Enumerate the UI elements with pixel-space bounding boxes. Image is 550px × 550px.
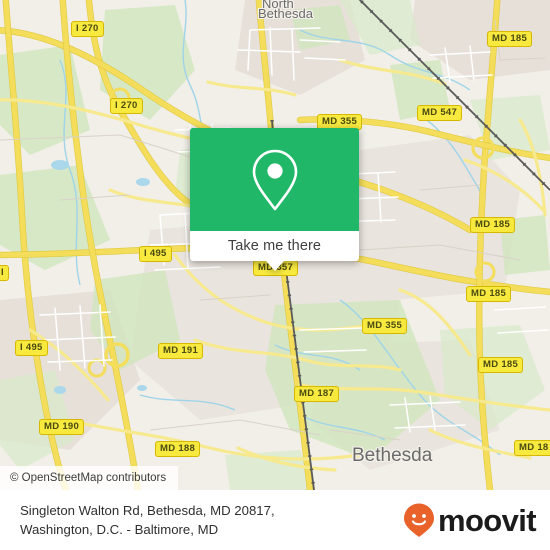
- map-canvas[interactable]: .grn { fill:#cfe6bd; opacity:.78; } .grn…: [0, 0, 550, 490]
- moovit-smiley-pin-icon: [403, 503, 434, 537]
- shield-i-495-upper[interactable]: I 495: [139, 246, 172, 262]
- shield-md-185-lower[interactable]: MD 185: [478, 357, 524, 373]
- take-me-there-button[interactable]: Take me there: [190, 231, 359, 261]
- footer-bar: Singleton Walton Rd, Bethesda, MD 20817,…: [0, 490, 550, 550]
- address-line-1: Singleton Walton Rd, Bethesda, MD 20817,: [20, 503, 275, 518]
- shield-i-495-left[interactable]: I 495: [15, 340, 48, 356]
- shield-md-185-upper[interactable]: MD 185: [470, 217, 516, 233]
- popup-pointer-tail: [265, 261, 284, 271]
- shield-md-355-mid[interactable]: MD 355: [362, 318, 408, 334]
- shield-md-185-edge[interactable]: MD 18: [514, 440, 550, 456]
- shield-md-185-mid[interactable]: MD 185: [466, 286, 512, 302]
- moovit-wordmark: moovit: [437, 502, 537, 538]
- shield-md-547[interactable]: MD 547: [417, 105, 463, 121]
- osm-attribution[interactable]: © OpenStreetMap contributors: [0, 466, 179, 490]
- shield-i-270-north[interactable]: I 270: [71, 21, 104, 37]
- shield-md-185-top[interactable]: MD 185: [487, 31, 533, 47]
- map-screenshot: .grn { fill:#cfe6bd; opacity:.78; } .grn…: [0, 0, 550, 550]
- shield-i-495-edge[interactable]: I: [0, 265, 9, 281]
- address-text: Singleton Walton Rd, Bethesda, MD 20817,…: [20, 501, 275, 539]
- take-me-there-popup[interactable]: Take me there: [190, 128, 359, 271]
- shield-md-191[interactable]: MD 191: [158, 343, 204, 359]
- shield-md-188[interactable]: MD 188: [155, 441, 201, 457]
- shield-md-190[interactable]: MD 190: [39, 419, 85, 435]
- shield-i-270-mid[interactable]: I 270: [110, 98, 143, 114]
- shield-md-187[interactable]: MD 187: [294, 386, 340, 402]
- place-label-bethesda: Bethesda: [352, 445, 433, 466]
- address-line-2: Washington, D.C. - Baltimore, MD: [20, 522, 219, 537]
- moovit-brand[interactable]: moovit: [402, 502, 537, 538]
- popup-green-panel: [190, 128, 359, 231]
- place-label-north-bethesda-line2: Bethesda: [258, 6, 313, 21]
- location-pin-icon: [252, 149, 297, 210]
